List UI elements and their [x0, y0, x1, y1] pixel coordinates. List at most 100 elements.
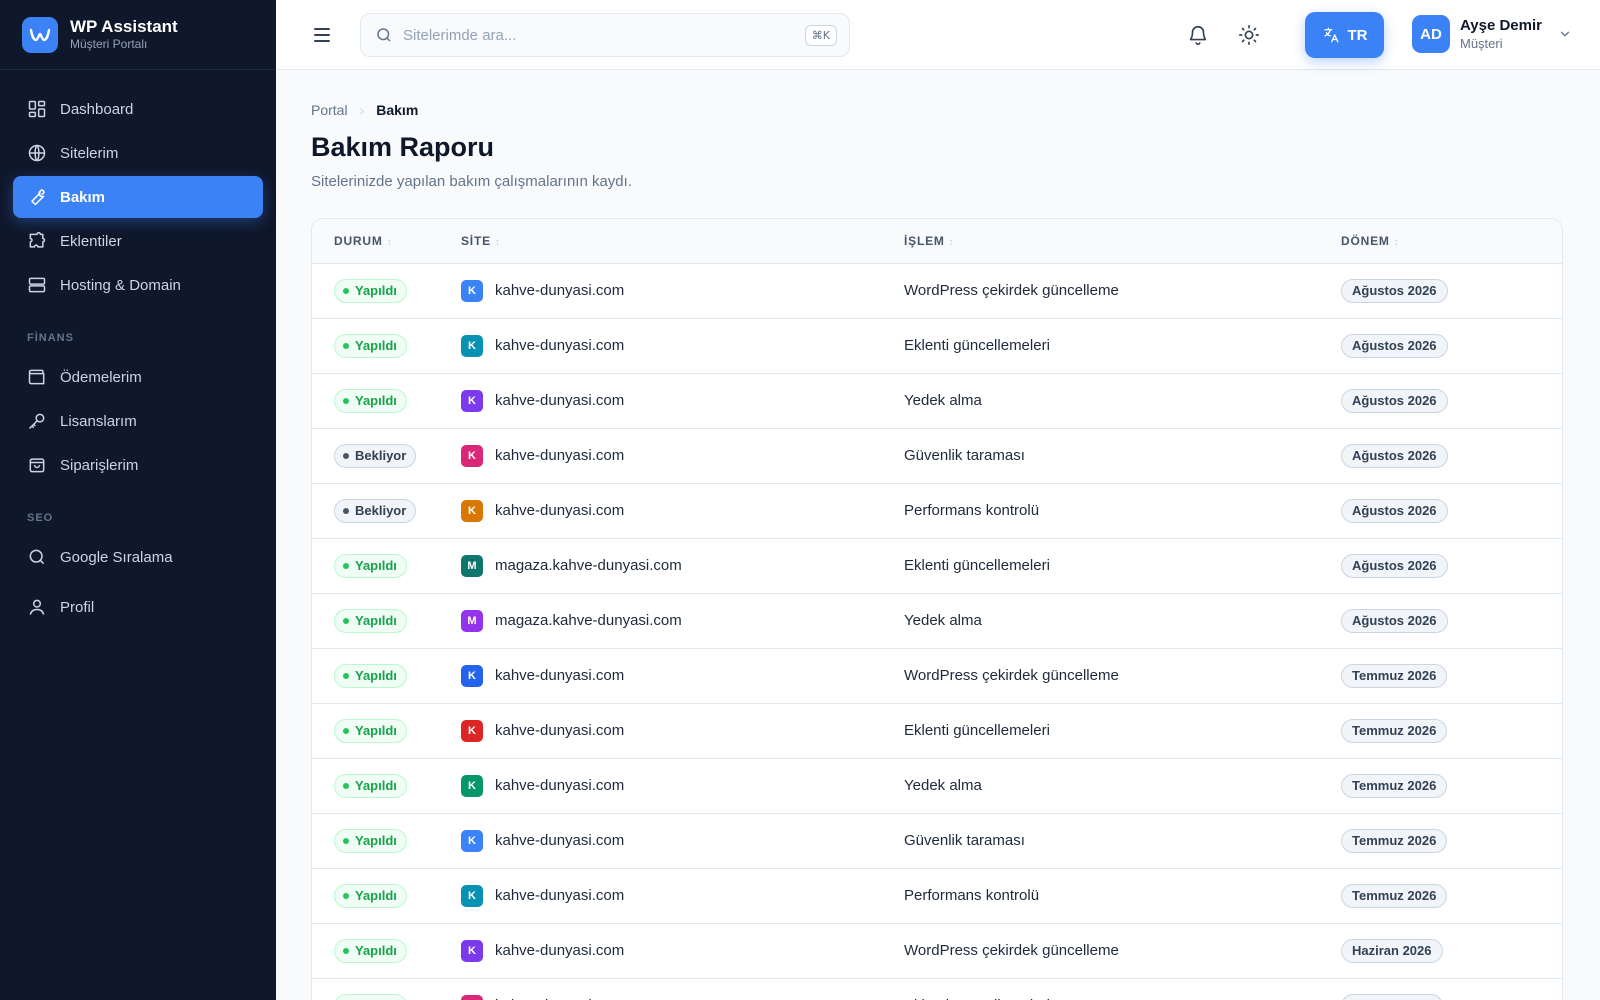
sort-icon: ↕: [1393, 236, 1400, 248]
status-dot: [343, 727, 349, 734]
status-cell: Yapıldı: [312, 263, 461, 319]
status-badge: Yapıldı: [334, 718, 407, 743]
maintenance-table: DURUM ↕ SİTE ↕ İŞLEM ↕ DÖNEM ↕ Yapıldı Kkahve…: [312, 219, 1562, 1000]
sidebar-item-dashboard[interactable]: Dashboard: [13, 88, 263, 130]
status-dot: [343, 672, 349, 679]
site-cell: Kkahve-dunyasi.com: [461, 318, 904, 374]
site-name[interactable]: kahve-dunyasi.com: [495, 832, 624, 849]
site-name[interactable]: kahve-dunyasi.com: [495, 337, 624, 354]
site-name[interactable]: kahve-dunyasi.com: [495, 447, 624, 464]
table-row[interactable]: Yapıldı Mmagaza.kahve-dunyasi.com Eklenti …: [312, 538, 1562, 594]
site-name[interactable]: kahve-dunyasi.com: [495, 392, 624, 409]
task-cell: Eklenti güncellemeleri: [904, 318, 1341, 374]
column-header-donem[interactable]: DÖNEM ↕: [1341, 219, 1562, 264]
search-shortcut: ⌘K: [804, 24, 837, 46]
column-header-durum[interactable]: DURUM ↕: [312, 219, 461, 264]
sidebar-item-eklentiler[interactable]: Eklentiler: [13, 220, 263, 262]
avatar: AD: [1412, 15, 1450, 53]
sidebar-item-label: Siparişlerim: [60, 456, 139, 474]
site-name[interactable]: kahve-dunyasi.com: [495, 777, 624, 794]
sidebar-item-hosting[interactable]: Hosting & Domain: [13, 264, 263, 306]
search-icon: [377, 28, 391, 42]
sidebar-item-odemelerim[interactable]: Ödemelerim: [13, 356, 263, 398]
column-header-site[interactable]: SİTE ↕: [461, 219, 904, 264]
period-cell: Ağustos 2026: [1341, 593, 1562, 649]
sidebar-nav: Dashboard Sitelerim Bakım Eklentiler Hos…: [0, 70, 276, 648]
menu-icon[interactable]: [312, 24, 332, 46]
user-menu[interactable]: AD Ayşe Demir Müşteri: [1412, 15, 1572, 53]
table-row[interactable]: Bekliyor Kkahve-dunyasi.com Güvenlik taram…: [312, 428, 1562, 484]
status-dot: [343, 837, 349, 844]
bell-icon[interactable]: [1187, 24, 1209, 46]
status-label: Yapıldı: [355, 888, 397, 903]
column-header-islem[interactable]: İŞLEM ↕: [904, 219, 1341, 264]
task-cell: WordPress çekirdek güncelleme: [904, 263, 1341, 319]
site-name[interactable]: kahve-dunyasi.com: [495, 502, 624, 519]
user-name: Ayşe Demir: [1460, 17, 1542, 34]
table-row[interactable]: Yapıldı Kkahve-dunyasi.comEklenti güncell…: [312, 318, 1562, 374]
status-cell: Yapıldı: [312, 538, 461, 594]
brand[interactable]: WP Assistant Müşteri Portalı: [0, 0, 276, 70]
brand-title: WP Assistant: [70, 17, 178, 36]
site-cell: Kkahve-dunyasi.com: [461, 428, 904, 484]
site-favicon-icon: K: [461, 829, 483, 852]
sidebar: WP Assistant Müşteri Portalı Dashboard S…: [0, 0, 276, 1000]
sidebar-item-profil[interactable]: Profil: [13, 586, 263, 628]
status-badge: Yapıldı: [334, 773, 407, 798]
server-icon: [28, 277, 46, 293]
table-row[interactable]: Yapıldı Kkahve-dunyasi.com WordPress çekir…: [312, 648, 1562, 704]
table-row[interactable]: Yapıldı Kkahve-dunyasi.com Yedek alma Ağust…: [312, 373, 1562, 429]
site-name[interactable]: kahve-dunyasi.com: [495, 887, 624, 904]
table-row[interactable]: YapıldıKkahve-dunyasi.comEklenti güncell…: [312, 703, 1562, 759]
language-button[interactable]: TR: [1305, 12, 1384, 58]
maintenance-table-card: DURUM ↕ SİTE ↕ İŞLEM ↕ DÖNEM ↕ Yapıldı Kkahve…: [311, 218, 1563, 1000]
sidebar-item-google-siralama[interactable]: Google Sıralama: [13, 536, 263, 578]
task-cell: Eklenti güncellemeleri: [904, 978, 1341, 1000]
sun-icon[interactable]: [1238, 24, 1260, 46]
period-cell: Ağustos 2026: [1341, 373, 1562, 429]
site-name[interactable]: kahve-dunyasi.com: [495, 942, 624, 959]
period-cell: Ağustos 2026: [1341, 428, 1562, 484]
site-name[interactable]: kahve-dunyasi.com: [495, 282, 624, 299]
table-row[interactable]: YapıldıKkahve-dunyasi.comEklenti güncell…: [312, 978, 1562, 1000]
sidebar-item-bakim[interactable]: Bakım: [13, 176, 263, 218]
status-dot: [343, 892, 349, 899]
table-row[interactable]: Yapıldı Kkahve-dunyasi.com Güvenlik tarama…: [312, 813, 1562, 869]
sidebar-item-siparislerim[interactable]: Siparişlerim: [13, 444, 263, 486]
period-cell: Temmuz 2026: [1341, 868, 1562, 924]
period-cell: Ağustos 2026: [1341, 483, 1562, 539]
period-cell: Haziran 2026: [1341, 923, 1562, 979]
period-badge: Ağustos 2026: [1341, 553, 1448, 578]
status-badge: Yapıldı: [334, 333, 407, 358]
status-cell: Yapıldı: [312, 758, 461, 814]
table-row[interactable]: Yapıldı Mmagaza.kahve-dunyasi.com Yedek al…: [312, 593, 1562, 649]
status-label: Yapıldı: [355, 338, 397, 353]
site-name[interactable]: kahve-dunyasi.com: [495, 667, 624, 684]
status-badge: Yapıldı: [334, 993, 407, 1000]
search-bar: ⌘K: [360, 13, 850, 57]
sidebar-item-sitelerim[interactable]: Sitelerim: [13, 132, 263, 174]
table-row[interactable]: Yapıldı Kkahve-dunyasi.com Performans kont…: [312, 868, 1562, 924]
site-name[interactable]: kahve-dunyasi.com: [495, 722, 624, 739]
site-cell: Kkahve-dunyasi.com: [461, 868, 904, 924]
dashboard-icon: [28, 100, 46, 118]
search-input[interactable]: [403, 26, 805, 44]
status-cell: Yapıldı: [312, 813, 461, 869]
status-dot: [343, 342, 349, 349]
sidebar-item-lisanslarim[interactable]: Lisanslarım: [13, 400, 263, 442]
table-row[interactable]: Yapıldı Kkahve-dunyasi.com Yedek alma Temmu…: [312, 758, 1562, 814]
site-name[interactable]: magaza.kahve-dunyasi.com: [495, 612, 682, 629]
table-row[interactable]: Yapıldı Kkahve-dunyasi.com WordPress çekir…: [312, 923, 1562, 979]
status-cell: Yapıldı: [312, 318, 461, 374]
site-cell: Mmagaza.kahve-dunyasi.com: [461, 593, 904, 649]
site-name[interactable]: magaza.kahve-dunyasi.com: [495, 557, 682, 574]
status-badge: Yapıldı: [334, 388, 407, 413]
period-badge: Ağustos 2026: [1341, 608, 1448, 633]
sort-icon: ↕: [494, 236, 501, 248]
language-label: TR: [1347, 26, 1368, 44]
period-badge: Haziran 2026: [1341, 938, 1443, 963]
breadcrumb-root[interactable]: Portal: [311, 102, 348, 118]
table-row[interactable]: Yapıldı Kkahve-dunyasi.com WordPress çekir…: [312, 263, 1562, 319]
site-cell: Kkahve-dunyasi.com: [461, 813, 904, 869]
table-row[interactable]: Bekliyor Kkahve-dunyasi.com Performans kon…: [312, 483, 1562, 539]
